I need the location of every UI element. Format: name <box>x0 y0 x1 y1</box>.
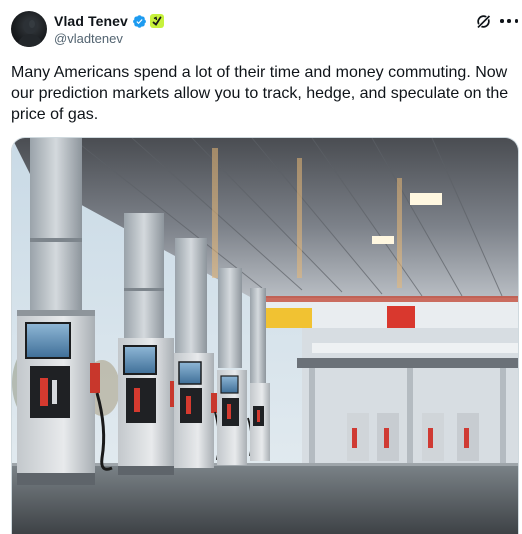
avatar-image <box>17 18 43 47</box>
author-name-row: Vlad Tenev <box>54 12 164 30</box>
gas-station-pumps-image <box>12 138 518 534</box>
avatar[interactable] <box>11 11 47 47</box>
affiliate-badge-icon[interactable] <box>149 14 164 28</box>
media-photo[interactable] <box>11 137 519 534</box>
grok-icon[interactable] <box>475 13 492 30</box>
author-handle[interactable]: @vladtenev <box>54 31 123 46</box>
verified-badge-icon[interactable] <box>132 14 147 29</box>
tweet-text: Many Americans spend a lot of their time… <box>11 64 509 123</box>
display-name[interactable]: Vlad Tenev <box>54 13 128 29</box>
more-icon[interactable] <box>500 12 518 30</box>
